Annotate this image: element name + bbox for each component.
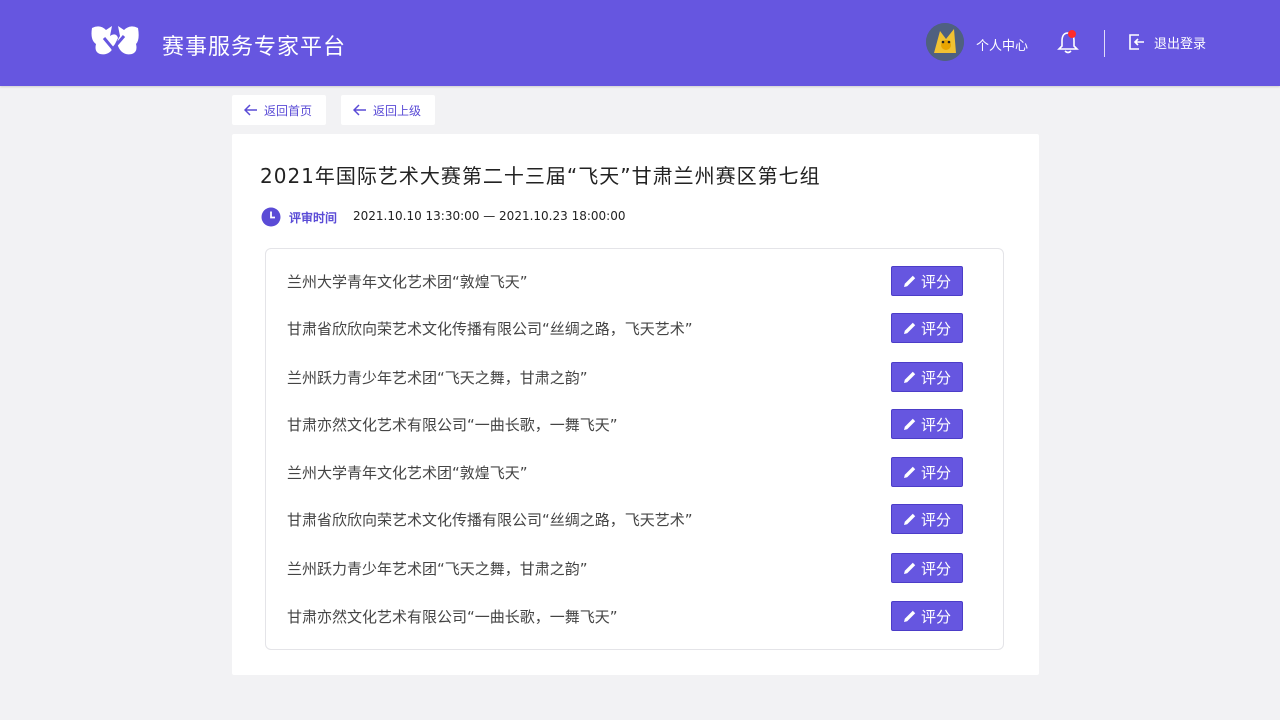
score-button[interactable]: 评分 [891, 266, 963, 296]
entry-name: 甘肃省欣欣向荣艺术文化传播有限公司“丝绸之路，飞天艺术” [287, 511, 693, 529]
score-button[interactable]: 评分 [891, 601, 963, 631]
entry-name: 兰州大学青年文化艺术团“敦煌飞天” [287, 273, 528, 291]
back-home-label: 返回首页 [264, 103, 313, 118]
score-button-label: 评分 [920, 415, 951, 434]
pencil-icon [903, 610, 916, 622]
list-item: 兰州大学青年文化艺术团“敦煌飞天” 评分 [266, 266, 1003, 296]
logout-icon [1129, 34, 1144, 50]
pencil-icon [903, 562, 916, 574]
score-button-label: 评分 [920, 463, 951, 482]
event-title: 2021年国际艺术大赛第二十三届“飞天”甘肃兰州赛区第七组 [260, 164, 821, 188]
score-button-label: 评分 [920, 510, 951, 529]
score-button[interactable]: 评分 [891, 553, 963, 583]
entry-name: 甘肃亦然文化艺术有限公司“一曲长歌，一舞飞天” [287, 608, 618, 626]
score-button[interactable]: 评分 [891, 362, 963, 392]
entry-name: 兰州跃力青少年艺术团“飞天之舞，甘肃之韵” [287, 369, 588, 387]
score-button[interactable]: 评分 [891, 504, 963, 534]
profile-link[interactable]: 个人中心 [976, 35, 1028, 54]
back-home-button[interactable]: 返回首页 [232, 95, 326, 125]
avatar[interactable] [926, 23, 964, 61]
score-button-label: 评分 [920, 319, 951, 338]
entry-name: 甘肃亦然文化艺术有限公司“一曲长歌，一舞飞天” [287, 416, 618, 434]
back-up-label: 返回上级 [373, 103, 422, 118]
score-button[interactable]: 评分 [891, 457, 963, 487]
list-item: 甘肃亦然文化艺术有限公司“一曲长歌，一舞飞天” 评分 [266, 601, 1003, 631]
clock-icon [261, 207, 281, 227]
entry-name: 兰州大学青年文化艺术团“敦煌飞天” [287, 464, 528, 482]
winged-logo-icon[interactable] [90, 22, 140, 58]
arrow-left-icon [244, 104, 257, 116]
score-button[interactable]: 评分 [891, 409, 963, 439]
list-item: 甘肃亦然文化艺术有限公司“一曲长歌，一舞飞天” 评分 [266, 409, 1003, 439]
list-item: 兰州大学青年文化艺术团“敦煌飞天” 评分 [266, 457, 1003, 487]
list-item: 甘肃省欣欣向荣艺术文化传播有限公司“丝绸之路，飞天艺术” 评分 [266, 313, 1003, 343]
pencil-icon [903, 371, 916, 383]
review-time-range: 2021.10.10 13:30:00 — 2021.10.23 18:00:0… [353, 209, 626, 223]
entry-name: 兰州跃力青少年艺术团“飞天之舞，甘肃之韵” [287, 560, 588, 578]
review-time-label: 评审时间 [289, 211, 338, 225]
score-button-label: 评分 [920, 368, 951, 387]
pencil-icon [903, 513, 916, 525]
list-item: 甘肃省欣欣向荣艺术文化传播有限公司“丝绸之路，飞天艺术” 评分 [266, 504, 1003, 534]
score-button[interactable]: 评分 [891, 313, 963, 343]
entry-name: 甘肃省欣欣向荣艺术文化传播有限公司“丝绸之路，飞天艺术” [287, 320, 693, 338]
user-avatar-icon [926, 23, 964, 61]
top-bar: 赛事服务专家平台 个人中心 退出登录 [0, 0, 1280, 86]
list-item: 兰州跃力青少年艺术团“飞天之舞，甘肃之韵” 评分 [266, 553, 1003, 583]
list-item: 兰州跃力青少年艺术团“飞天之舞，甘肃之韵” 评分 [266, 362, 1003, 392]
pencil-icon [903, 275, 916, 287]
app-title: 赛事服务专家平台 [162, 35, 347, 60]
pencil-icon [903, 418, 916, 430]
arrow-left-icon [353, 104, 366, 116]
score-button-label: 评分 [920, 272, 951, 291]
score-button-label: 评分 [920, 559, 951, 578]
pencil-icon [903, 322, 916, 334]
back-up-button[interactable]: 返回上级 [341, 95, 435, 125]
logout-button[interactable]: 退出登录 [1128, 32, 1206, 52]
notification-dot [1068, 30, 1076, 38]
header-divider [1104, 30, 1105, 57]
pencil-icon [903, 466, 916, 478]
entry-list: 兰州大学青年文化艺术团“敦煌飞天” 评分 甘肃省欣欣向荣艺术文化传播有限公司“丝绸之… [265, 248, 1004, 650]
score-button-label: 评分 [920, 607, 951, 626]
logout-label: 退出登录 [1154, 36, 1207, 52]
